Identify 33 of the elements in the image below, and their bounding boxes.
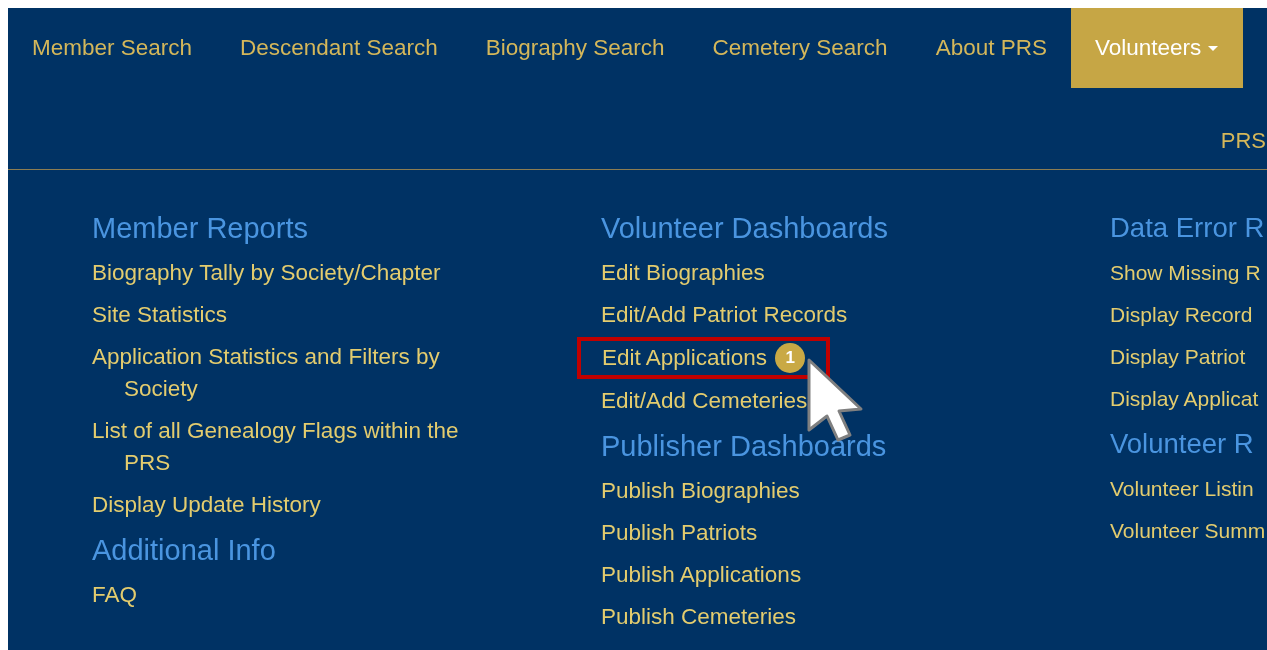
section-heading: Volunteer R [1110,427,1254,461]
menu-link[interactable]: Site Statistics [92,299,228,331]
menu-link[interactable]: Display Update History [92,489,321,521]
nav-tab[interactable]: Member Search [8,8,217,88]
menu-link[interactable]: Show Missing R [1110,257,1261,289]
section-heading: Data Error R [1110,211,1265,245]
nav-tab[interactable]: Descendant Search [216,8,462,88]
subnav-link[interactable]: PRS [1220,124,1266,157]
menu-link[interactable]: Edit Biographies [601,257,765,289]
menu-link[interactable]: Publish Patriots [601,517,758,549]
section-heading: Volunteer Dashboards [601,211,888,246]
nav-tab[interactable]: Cemetery Search [688,8,912,88]
section-heading: Member Reports [92,211,308,246]
menu-link[interactable]: Display Patriot [1110,341,1246,373]
section-heading: Publisher Dashboards [601,429,887,464]
nav-tab[interactable]: About PRS [911,8,1071,88]
menu-link[interactable]: Application Statistics and Filters by Society [92,341,502,405]
menu-link[interactable]: Biography Tally by Society/Chapter [92,257,441,289]
section-heading: Additional Info [92,533,276,568]
menu-link[interactable]: Edit/Add Patriot Records [601,299,848,331]
menu-link[interactable]: List of all Genealogy Flags within the PRS [92,415,502,479]
nav-tab[interactable]: Biography Search [461,8,689,88]
menu-link[interactable]: Publish Cemeteries [601,601,797,633]
menu-link[interactable]: Display Record [1110,299,1253,331]
menu-link[interactable]: Display Applicat [1110,383,1259,415]
menu-link[interactable]: Edit/Add Cemeteries [601,385,808,417]
count-badge: 1 [775,343,806,373]
menu-link[interactable]: Publish Biographies [601,475,800,507]
menu-link[interactable]: Edit Applications [602,342,768,374]
menu-link[interactable]: Volunteer Listin [1110,473,1254,505]
menu-link[interactable]: Publish Applications [601,559,802,591]
menu-link[interactable]: Volunteer Summ [1110,515,1266,547]
menu-link[interactable]: FAQ [92,579,137,611]
